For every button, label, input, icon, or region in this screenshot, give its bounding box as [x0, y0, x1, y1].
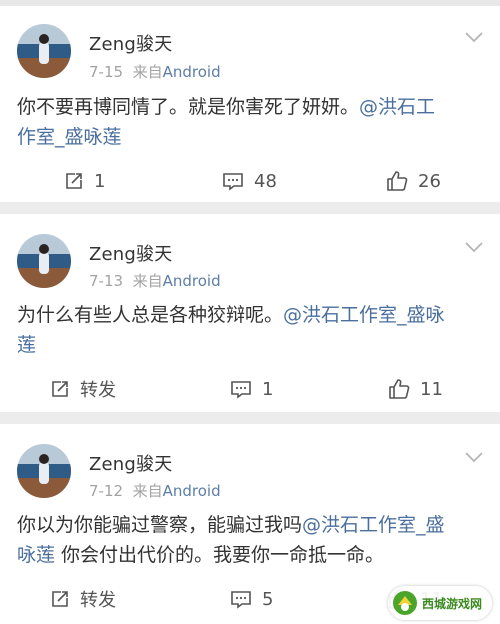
post-text-line: 为什么有些人总是各种狡辩呢。 [17, 304, 284, 326]
post-date: 7-15 [89, 63, 124, 81]
comment-button[interactable]: 48 [222, 166, 277, 196]
avatar[interactable] [17, 234, 71, 288]
action-bar: 1 48 26 [0, 166, 500, 196]
repost-button[interactable]: 1 [64, 166, 105, 196]
mention-link[interactable]: 莲 [17, 334, 36, 356]
repost-label: 转发 [80, 590, 116, 611]
post-text-line: 你以为你能骗过警察，能骗过我吗 [17, 514, 303, 536]
post-date: 7-12 [89, 482, 124, 500]
comment-icon [231, 591, 251, 609]
repost-count: 1 [94, 170, 106, 192]
action-bar: 转发 1 11 [0, 374, 500, 404]
comment-button[interactable]: 1 [230, 374, 273, 404]
repost-icon [52, 591, 68, 607]
post-meta: 7-15 来自Android [89, 61, 221, 82]
source-link[interactable]: Android [163, 272, 221, 290]
comment-count: 48 [254, 170, 277, 192]
post-text: 为什么有些人总是各种狡辩呢。@洪石工作室_盛咏 莲 [17, 300, 482, 360]
avatar[interactable] [17, 24, 71, 78]
repost-label: 转发 [80, 380, 116, 401]
mention-link[interactable]: @洪石工作室_盛咏 [283, 304, 445, 326]
username[interactable]: Zeng骏天 [89, 450, 172, 476]
repost-icon [52, 381, 68, 397]
username[interactable]: Zeng骏天 [89, 240, 172, 266]
post-meta: 7-13 来自Android [89, 270, 221, 291]
repost-button[interactable]: 转发 [50, 584, 116, 614]
watermark-logo-icon [393, 591, 417, 615]
weibo-post-1: Zeng骏天 7-15 来自Android 你不要再博同情了。就是你害死了妍妍。… [0, 6, 500, 202]
comment-button[interactable]: 5 [230, 584, 273, 614]
like-count: 11 [420, 378, 443, 400]
watermark-text: 西城游戏网 [422, 596, 483, 611]
weibo-post-2: Zeng骏天 7-13 来自Android 为什么有些人总是各种狡辩呢。@洪石工… [0, 214, 500, 412]
site-watermark: 西城游戏网 [388, 586, 492, 620]
mention-link[interactable]: 作室_盛咏莲 [17, 126, 122, 148]
comment-count: 5 [262, 588, 274, 610]
mention-link[interactable]: @洪石工作室_盛 [302, 514, 445, 536]
mention-link[interactable]: 咏莲 [17, 544, 55, 566]
thumbs-up-icon [389, 379, 410, 399]
like-button[interactable]: 11 [388, 374, 443, 404]
source-prefix: 来自 [132, 63, 163, 81]
source-link[interactable]: Android [163, 482, 221, 500]
repost-icon [66, 173, 82, 189]
chevron-down-icon[interactable] [464, 450, 484, 464]
post-meta: 7-12 来自Android [89, 480, 221, 501]
repost-button[interactable]: 转发 [50, 374, 116, 404]
mention-link[interactable]: @洪石工 [359, 96, 435, 118]
post-text: 你不要再博同情了。就是你害死了妍妍。@洪石工 作室_盛咏莲 [17, 92, 482, 152]
source-prefix: 来自 [132, 272, 163, 290]
thumbs-up-icon [387, 171, 408, 191]
post-text: 你以为你能骗过警察，能骗过我吗@洪石工作室_盛 咏莲 你会付出代价的。我要你一命… [17, 510, 482, 570]
comment-icon [223, 173, 243, 191]
username[interactable]: Zeng骏天 [89, 30, 172, 56]
post-text-line: 你会付出代价的。我要你一命抵一命。 [55, 544, 385, 566]
chevron-down-icon[interactable] [464, 240, 484, 254]
post-date: 7-13 [89, 272, 124, 290]
comment-icon [231, 381, 251, 399]
like-button[interactable]: 26 [386, 166, 441, 196]
like-count: 26 [418, 170, 441, 192]
post-text-line: 你不要再博同情了。就是你害死了妍妍。 [17, 96, 360, 118]
comment-count: 1 [262, 378, 274, 400]
avatar[interactable] [17, 444, 71, 498]
source-prefix: 来自 [132, 482, 163, 500]
source-link[interactable]: Android [163, 63, 221, 81]
chevron-down-icon[interactable] [464, 30, 484, 44]
